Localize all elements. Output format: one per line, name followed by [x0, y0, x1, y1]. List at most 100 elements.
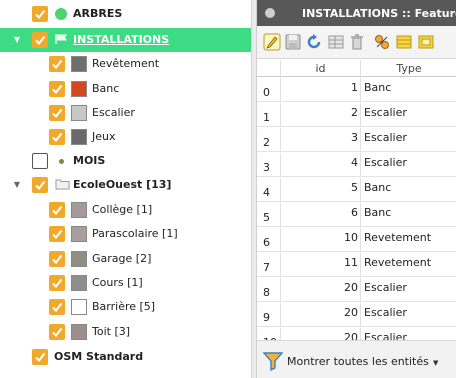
reload-icon[interactable] — [305, 33, 323, 51]
cell-id[interactable]: 1 — [281, 78, 361, 101]
layer-row[interactable]: Banc — [0, 77, 251, 101]
cell-type[interactable]: Escalier — [361, 153, 456, 176]
layer-row[interactable]: Parascolaire [1] — [0, 222, 251, 246]
row-index-label: 7 — [263, 261, 270, 274]
attribute-table-footer: Montrer toutes les entités ▼ — [257, 340, 456, 378]
show-all-features-button[interactable]: Montrer toutes les entités ▼ — [261, 351, 455, 374]
cell-id[interactable]: 20 — [281, 303, 361, 326]
layer-visibility-checkbox[interactable] — [49, 226, 65, 242]
cell-type[interactable]: Banc — [361, 203, 456, 226]
cell-id[interactable]: 3 — [281, 128, 361, 151]
layer-row[interactable]: Garage [2] — [0, 247, 251, 271]
table-row[interactable]: 8 20 Escalier — [257, 278, 456, 302]
olive-dot-icon — [59, 159, 64, 164]
layer-visibility-checkbox[interactable] — [32, 32, 48, 48]
row-index[interactable]: 0 — [257, 78, 281, 101]
table-row[interactable]: 3 4 Escalier — [257, 153, 456, 177]
expander-icon[interactable]: ▼ — [12, 180, 22, 189]
layer-label: OSM Standard — [54, 350, 144, 363]
column-header-type[interactable]: Type — [361, 60, 456, 76]
layer-visibility-checkbox[interactable] — [49, 324, 65, 340]
layer-visibility-checkbox[interactable] — [49, 299, 65, 315]
table-row[interactable]: 4 5 Banc — [257, 178, 456, 202]
table-row[interactable]: 1 2 Escalier — [257, 103, 456, 127]
layer-visibility-checkbox[interactable] — [49, 81, 65, 97]
table-row[interactable]: 0 1 Banc — [257, 78, 456, 102]
window-circle-icon[interactable] — [265, 8, 275, 18]
table-row[interactable]: 6 10 Revetement — [257, 228, 456, 252]
layer-row[interactable]: ARBRES — [0, 2, 251, 26]
layer-label: Barrière [5] — [92, 300, 156, 313]
zoom-to-icon[interactable] — [417, 33, 435, 51]
row-index[interactable]: 7 — [257, 253, 281, 276]
edit-pencil-icon[interactable] — [263, 33, 281, 51]
layer-row[interactable]: Toit [3] — [0, 320, 251, 344]
layer-visibility-checkbox[interactable] — [32, 177, 48, 193]
cell-id[interactable]: 10 — [281, 228, 361, 251]
attribute-table-title: INSTALLATIONS :: Features — [302, 7, 456, 20]
cell-id[interactable]: 2 — [281, 103, 361, 126]
row-index[interactable]: 6 — [257, 228, 281, 251]
layer-visibility-checkbox[interactable] — [49, 129, 65, 145]
save-icon[interactable] — [284, 33, 302, 51]
row-index-label: 9 — [263, 311, 270, 324]
cell-type[interactable]: Escalier — [361, 128, 456, 151]
select-icon[interactable] — [327, 33, 345, 51]
cell-type[interactable]: Banc — [361, 78, 456, 101]
layer-row[interactable]: MOIS — [0, 149, 251, 173]
cell-id[interactable]: 4 — [281, 153, 361, 176]
layer-row[interactable]: Escalier — [0, 101, 251, 125]
layer-visibility-checkbox[interactable] — [49, 105, 65, 121]
cell-type[interactable]: Revetement — [361, 253, 456, 276]
layer-row[interactable]: ▼ INSTALLATIONS — [0, 28, 251, 52]
cell-type[interactable]: Escalier — [361, 303, 456, 326]
row-index[interactable]: 8 — [257, 278, 281, 301]
layer-visibility-checkbox[interactable] — [32, 349, 48, 365]
grid-header: id Type — [257, 60, 456, 77]
row-index[interactable]: 2 — [257, 128, 281, 151]
filter-expression-icon[interactable] — [373, 33, 391, 51]
expander-icon[interactable]: ▼ — [12, 35, 22, 44]
row-index[interactable]: 9 — [257, 303, 281, 326]
layer-visibility-checkbox[interactable] — [49, 275, 65, 291]
row-index-label: 2 — [263, 136, 270, 149]
row-index[interactable]: 3 — [257, 153, 281, 176]
layer-visibility-checkbox[interactable] — [49, 56, 65, 72]
layer-row[interactable]: Cours [1] — [0, 271, 251, 295]
table-yellow-icon[interactable] — [395, 33, 413, 51]
attribute-table-titlebar[interactable]: INSTALLATIONS :: Features — [257, 0, 456, 26]
table-row[interactable]: 7 11 Revetement — [257, 253, 456, 277]
legend-swatch — [71, 324, 87, 340]
cell-type[interactable]: Escalier — [361, 278, 456, 301]
grid-corner[interactable] — [257, 60, 281, 76]
table-row[interactable]: 9 20 Escalier — [257, 303, 456, 327]
row-index[interactable]: 4 — [257, 178, 281, 201]
cell-type[interactable]: Banc — [361, 178, 456, 201]
layer-row[interactable]: Revêtement — [0, 52, 251, 76]
layer-row[interactable]: ▼ EcoleOuest [13] — [0, 173, 251, 197]
layer-visibility-checkbox[interactable] — [49, 202, 65, 218]
green-circle-icon — [55, 8, 67, 20]
row-index[interactable]: 1 — [257, 103, 281, 126]
layer-visibility-checkbox[interactable] — [32, 6, 48, 22]
layer-visibility-checkbox[interactable] — [32, 153, 48, 169]
table-row[interactable]: 2 3 Escalier — [257, 128, 456, 152]
cell-id[interactable]: 20 — [281, 278, 361, 301]
layer-row[interactable]: Collège [1] — [0, 198, 251, 222]
cell-id[interactable]: 6 — [281, 203, 361, 226]
layer-row[interactable]: OSM Standard — [0, 345, 251, 369]
table-row[interactable]: 5 6 Banc — [257, 203, 456, 227]
column-header-id[interactable]: id — [281, 60, 361, 76]
layer-row[interactable]: Jeux — [0, 125, 251, 149]
cell-id[interactable]: 11 — [281, 253, 361, 276]
layer-row[interactable]: Barrière [5] — [0, 295, 251, 319]
funnel-icon — [262, 351, 284, 374]
cell-type[interactable]: Escalier — [361, 103, 456, 126]
cell-id[interactable]: 5 — [281, 178, 361, 201]
row-index-label: 3 — [263, 161, 270, 174]
cell-type[interactable]: Revetement — [361, 228, 456, 251]
row-index[interactable]: 5 — [257, 203, 281, 226]
layer-label: Collège [1] — [92, 203, 153, 216]
delete-icon[interactable] — [348, 33, 366, 51]
layer-visibility-checkbox[interactable] — [49, 251, 65, 267]
